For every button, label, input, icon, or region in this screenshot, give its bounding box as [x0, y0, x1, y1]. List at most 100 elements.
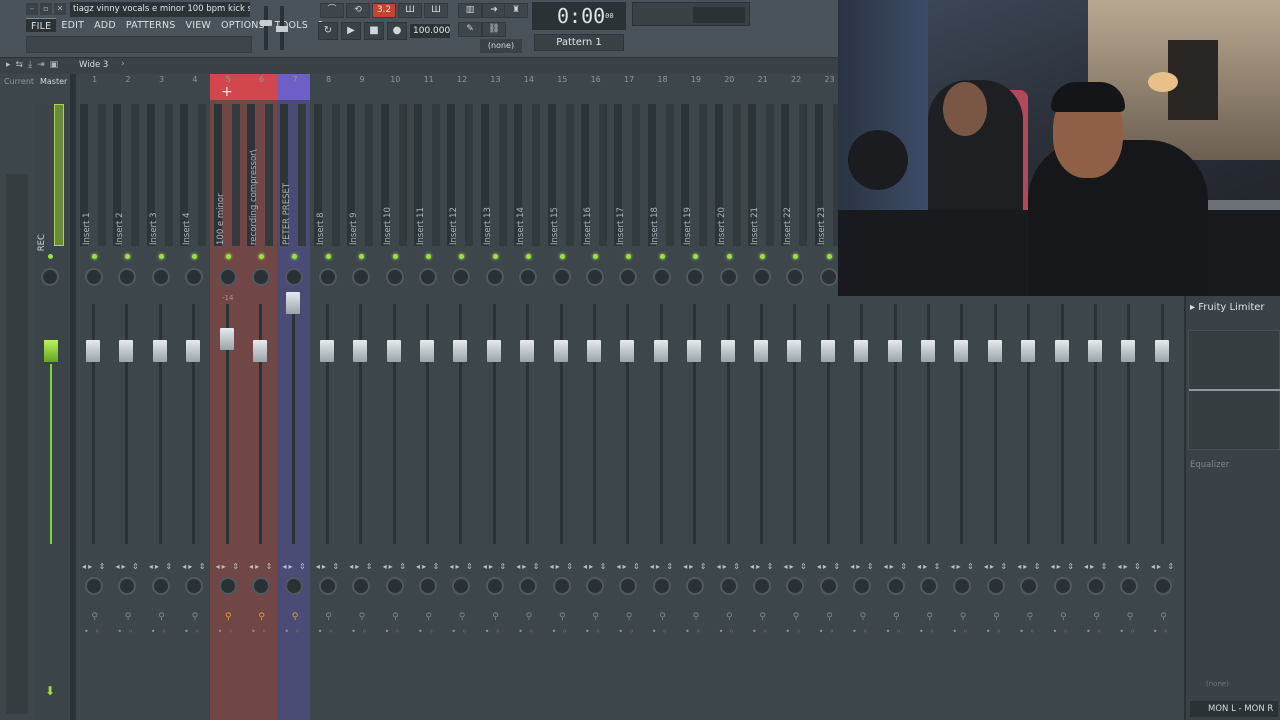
stereo-separation-knob[interactable]: [753, 577, 771, 595]
stereo-separation-knob[interactable]: [85, 577, 103, 595]
pencil-icon[interactable]: ✎: [458, 22, 482, 37]
send-icon[interactable]: ⚲: [345, 612, 378, 622]
track-enable-led[interactable]: [492, 254, 498, 259]
send-icon[interactable]: ⚲: [746, 612, 779, 622]
volume-fader[interactable]: [453, 340, 468, 362]
send-icon[interactable]: ⚲: [512, 612, 545, 622]
stereo-separation-knob[interactable]: [652, 577, 671, 595]
track-pan-knob[interactable]: [586, 268, 604, 286]
route-dots[interactable]: •◦: [612, 627, 645, 636]
stereo-controls[interactable]: ◂▸ ⇕: [212, 562, 245, 571]
close-icon[interactable]: ✕: [54, 3, 66, 15]
route-dots[interactable]: •◦: [278, 627, 311, 636]
volume-fader[interactable]: [119, 340, 134, 362]
route-dots[interactable]: •◦: [445, 627, 478, 636]
route-dots[interactable]: •◦: [779, 627, 812, 636]
send-icon[interactable]: ⚲: [178, 612, 211, 622]
track-enable-led[interactable]: [92, 254, 97, 259]
stereo-controls[interactable]: ◂▸ ⇕: [445, 562, 478, 571]
send-icon[interactable]: ⚲: [445, 612, 478, 622]
track-enable-led[interactable]: [259, 254, 264, 259]
volume-fader[interactable]: [1021, 340, 1036, 362]
menu-edit[interactable]: EDIT: [56, 18, 89, 32]
stereo-separation-knob[interactable]: [352, 577, 371, 595]
track-pan-knob[interactable]: [686, 268, 705, 286]
send-icon[interactable]: ⚲: [1080, 612, 1113, 622]
track-pan-knob[interactable]: [419, 268, 437, 286]
insert-strip[interactable]: 2 Insert 2 ◂▸ ⇕ ⚲ •◦: [111, 74, 144, 720]
volume-fader[interactable]: [587, 340, 601, 362]
browser-icon[interactable]: ♜: [504, 3, 528, 18]
track-enable-led[interactable]: [760, 254, 765, 259]
route-dots[interactable]: •◦: [880, 627, 913, 636]
stereo-separation-knob[interactable]: [719, 577, 738, 595]
volume-fader[interactable]: [954, 340, 969, 362]
track-pan-knob[interactable]: [285, 268, 304, 286]
input-select[interactable]: (none): [1206, 680, 1229, 688]
volume-fader[interactable]: [186, 340, 201, 362]
track-enable-led[interactable]: [693, 254, 699, 259]
track-enable-led[interactable]: [593, 254, 598, 259]
track-pan-knob[interactable]: [485, 268, 504, 286]
stereo-controls[interactable]: ◂▸ ⇕: [111, 562, 144, 571]
volume-fader[interactable]: [987, 340, 1002, 362]
volume-fader[interactable]: [887, 340, 902, 362]
track-pan-knob[interactable]: [819, 268, 838, 286]
track-enable-led[interactable]: [292, 254, 298, 259]
minimize-icon[interactable]: –: [26, 3, 38, 15]
send-icon[interactable]: ⚲: [646, 612, 679, 622]
track-enable-led[interactable]: [559, 254, 565, 259]
link-icon[interactable]: ⛓: [482, 22, 506, 37]
stereo-controls[interactable]: ◂▸ ⇕: [779, 562, 812, 571]
stereo-controls[interactable]: ◂▸ ⇕: [278, 562, 311, 571]
insert-strip[interactable]: 22 Insert 22 ◂▸ ⇕ ⚲ •◦: [779, 74, 812, 720]
track-pan-knob[interactable]: [85, 268, 103, 286]
stereo-controls[interactable]: ◂▸ ⇕: [379, 562, 412, 571]
output-select[interactable]: MON L - MON R: [1190, 701, 1278, 717]
stereo-separation-knob[interactable]: [1120, 577, 1139, 595]
stereo-controls[interactable]: ◂▸ ⇕: [913, 562, 946, 571]
stereo-controls[interactable]: ◂▸ ⇕: [846, 562, 879, 571]
insert-strip[interactable]: 4 Insert 4 ◂▸ ⇕ ⚲ •◦: [178, 74, 211, 720]
master-pan-knob[interactable]: [41, 268, 59, 286]
track-name[interactable]: Insert 23: [817, 110, 831, 245]
volume-fader[interactable]: [1088, 340, 1102, 362]
volume-fader[interactable]: [152, 340, 167, 362]
stereo-controls[interactable]: ◂▸ ⇕: [1013, 562, 1046, 571]
stereo-controls[interactable]: ◂▸ ⇕: [612, 562, 645, 571]
insert-strip[interactable]: 6 recording compressor\ ◂▸ ⇕ ⚲ •◦: [245, 74, 278, 720]
mode-button[interactable]: 3.2: [372, 3, 396, 18]
stereo-separation-knob[interactable]: [218, 577, 237, 595]
track-pan-knob[interactable]: [652, 268, 671, 286]
route-icon[interactable]: ⇥: [37, 60, 45, 70]
stereo-separation-knob[interactable]: [151, 577, 170, 595]
route-dots[interactable]: •◦: [512, 627, 545, 636]
insert-icon[interactable]: ⤓: [28, 60, 32, 70]
track-pan-knob[interactable]: [218, 268, 237, 286]
track-enable-led[interactable]: [626, 254, 632, 259]
track-enable-led[interactable]: [158, 254, 164, 259]
stereo-controls[interactable]: ◂▸ ⇕: [713, 562, 746, 571]
route-dots[interactable]: •◦: [345, 627, 378, 636]
volume-fader[interactable]: [386, 340, 401, 362]
track-name[interactable]: Insert 3: [149, 110, 163, 246]
stereo-separation-knob[interactable]: [1087, 577, 1105, 595]
track-name[interactable]: Insert 10: [383, 110, 397, 245]
track-enable-led[interactable]: [793, 254, 799, 259]
send-icon[interactable]: ⚲: [145, 612, 178, 622]
stereo-separation-knob[interactable]: [1053, 577, 1072, 595]
insert-strip[interactable]: 16 Insert 16 ◂▸ ⇕ ⚲ •◦: [579, 74, 612, 720]
insert-strip[interactable]: 3 Insert 3 ◂▸ ⇕ ⚲ •◦: [145, 74, 178, 720]
stop-icon[interactable]: ■: [364, 22, 384, 40]
stereo-separation-knob[interactable]: [619, 577, 638, 595]
send-icon[interactable]: ⚲: [913, 612, 946, 622]
send-icon[interactable]: ⚲: [1113, 612, 1146, 622]
restore-icon[interactable]: ▫: [40, 3, 52, 15]
route-dots[interactable]: •◦: [1013, 627, 1046, 636]
volume-fader[interactable]: [1154, 340, 1169, 362]
route-dots[interactable]: •◦: [78, 627, 111, 636]
track-name[interactable]: recording compressor\: [249, 110, 263, 245]
stereo-controls[interactable]: ◂▸ ⇕: [1047, 562, 1080, 571]
route-dots[interactable]: •◦: [1113, 627, 1146, 636]
stereo-separation-knob[interactable]: [252, 577, 270, 595]
